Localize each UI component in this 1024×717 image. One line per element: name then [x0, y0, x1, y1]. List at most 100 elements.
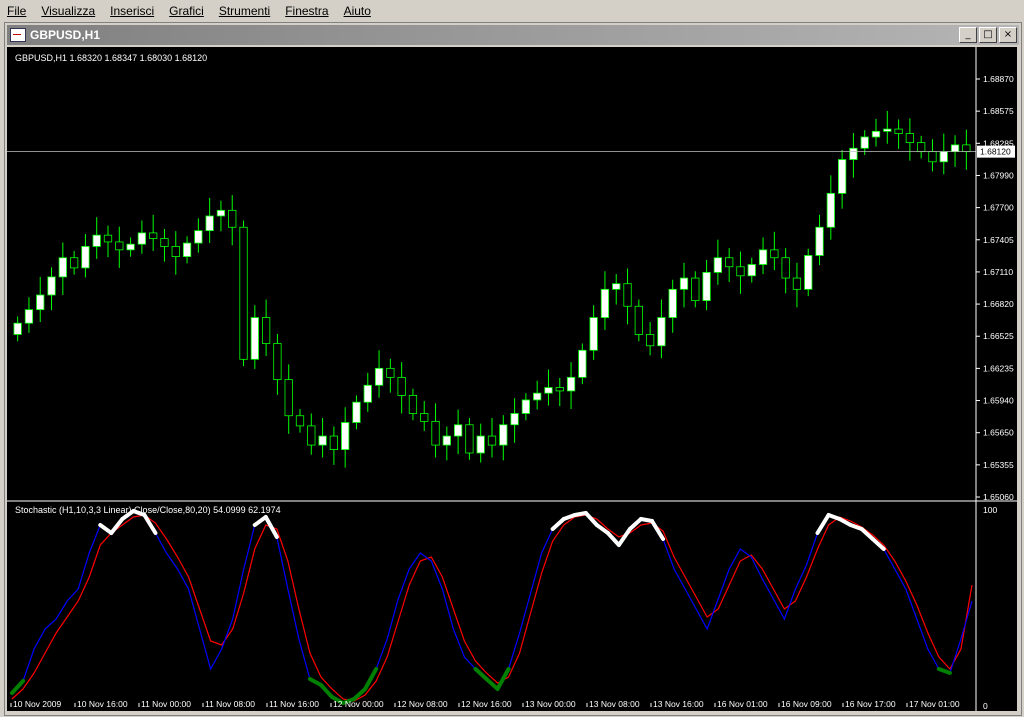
price-tick-label: 1.65940: [983, 396, 1014, 406]
price-axis: 1.68870 1.68575 1.68285 1.67990 1.67700 1.674…: [976, 74, 1014, 502]
candle-body: [521, 399, 531, 414]
candle-body: [905, 133, 915, 144]
close-button[interactable]: ×: [999, 27, 1017, 43]
time-tick-label: 11 Nov 16:00: [269, 699, 319, 709]
stochastic-panel: [10, 509, 973, 705]
candle-body: [442, 435, 451, 446]
time-tick-label: 17 Nov 01:00: [909, 699, 960, 709]
candle-body: [871, 130, 881, 138]
time-tick-label: 13 Nov 08:00: [589, 699, 640, 709]
overbought-segment: [263, 515, 279, 539]
candle-body: [341, 422, 350, 450]
price-tick-label: 1.67110: [983, 267, 1013, 277]
candle-body: [420, 413, 429, 422]
candle-body: [329, 435, 339, 450]
candle-body: [566, 376, 576, 392]
time-tick-label: 13 Nov 00:00: [525, 699, 576, 709]
stochastic-axis-min: 0: [983, 701, 988, 711]
time-tick-label: 10 Nov 2009: [13, 699, 61, 709]
candle-body: [804, 255, 813, 290]
oversold-segment: [936, 667, 952, 675]
candle-body: [295, 415, 305, 427]
candle-body: [634, 305, 643, 335]
candle-body: [883, 128, 892, 132]
stochastic-d-line: [11, 514, 973, 702]
minimize-button[interactable]: _: [959, 27, 977, 43]
candle-body: [917, 142, 926, 153]
price-tick-label: 1.67700: [983, 203, 1014, 213]
candle-body: [363, 384, 372, 403]
candle-body: [115, 241, 124, 251]
price-panel-header: GBPUSD,H1 1.68320 1.68347 1.68030 1.6812…: [15, 53, 207, 63]
candle-body: [510, 413, 519, 426]
candle-body: [657, 317, 666, 347]
menu-help[interactable]: Aiuto: [337, 4, 379, 18]
candle-body: [408, 395, 418, 414]
candle-body: [250, 317, 259, 360]
overbought-segment: [594, 523, 610, 535]
time-axis: 10 Nov 2009 10 Nov 16:00 11 Nov 00:00 11 No…: [10, 699, 960, 709]
candle-body: [679, 277, 689, 290]
oversold-segment: [363, 667, 379, 691]
menu-file[interactable]: File: [0, 4, 34, 18]
candle-body: [13, 322, 22, 335]
overbought-segment: [98, 523, 114, 535]
candle-body: [431, 420, 440, 446]
candle-body: [284, 379, 293, 417]
candle-body: [939, 151, 948, 163]
candle-body: [792, 277, 802, 290]
candle-body: [555, 387, 564, 392]
candle-body: [668, 288, 677, 318]
overbought-segment: [252, 515, 268, 527]
candle-body: [182, 242, 192, 258]
menu-window[interactable]: Finestra: [278, 4, 336, 18]
candle-body: [950, 144, 960, 153]
candle-body: [781, 257, 790, 279]
candle-body: [386, 367, 395, 378]
candle-body: [205, 215, 214, 232]
menu-insert[interactable]: Inserisci: [103, 4, 162, 18]
time-tick-label: 11 Nov 00:00: [141, 699, 191, 709]
overbought-segment: [815, 513, 831, 535]
time-tick-label: 16 Nov 09:00: [781, 699, 832, 709]
window-titlebar[interactable]: GBPUSD,H1 _ □ ×: [7, 25, 1019, 45]
stochastic-k-line: [11, 510, 973, 704]
candle-body: [261, 317, 271, 344]
candle-body: [736, 266, 745, 277]
candle-body: [702, 272, 711, 302]
chart-area[interactable]: 1.68120 GBPUSD,H1 1.68320 1.68347 1.6803…: [7, 47, 1017, 711]
price-tick-label: 1.66235: [983, 363, 1014, 373]
candle-body: [837, 159, 847, 194]
menu-charts[interactable]: Grafici: [162, 4, 212, 18]
candle-body: [92, 234, 101, 247]
candle-body: [860, 136, 869, 149]
time-tick-label: 16 Nov 01:00: [717, 699, 768, 709]
chart-svg: 1.68120 GBPUSD,H1 1.68320 1.68347 1.6803…: [7, 47, 1017, 711]
candle-body: [194, 230, 203, 244]
price-panel: 1.68120: [7, 111, 1015, 468]
time-tick-label: 13 Nov 16:00: [653, 699, 704, 709]
time-tick-label: 11 Nov 08:00: [205, 699, 255, 709]
candle-body: [228, 209, 237, 228]
menu-view[interactable]: Visualizza: [34, 4, 103, 18]
candle-body: [612, 283, 621, 290]
candle-body: [58, 257, 67, 278]
candle-body: [273, 343, 282, 381]
overbought-segment: [142, 513, 158, 535]
candle-body: [307, 425, 316, 446]
menu-bar: File Visualizza Inserisci Grafici Strume…: [0, 0, 1024, 21]
price-tick-label: 1.66525: [983, 331, 1014, 341]
maximize-button[interactable]: □: [979, 27, 997, 43]
candle-body: [397, 376, 406, 396]
candle-body: [137, 232, 147, 245]
candle-body: [747, 264, 756, 277]
time-tick-label: 12 Nov 16:00: [461, 699, 512, 709]
candle-body: [374, 367, 384, 386]
time-tick-label: 10 Nov 16:00: [77, 699, 128, 709]
menu-tools[interactable]: Strumenti: [212, 4, 278, 18]
candle-body: [171, 246, 180, 258]
price-tick-label: 1.68575: [983, 106, 1014, 116]
candle-body: [24, 309, 34, 324]
candle-body: [713, 257, 723, 273]
price-tick-label: 1.65650: [983, 428, 1014, 438]
